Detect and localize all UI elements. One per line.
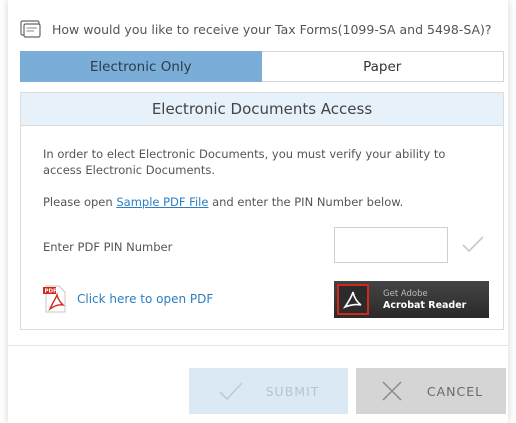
close-icon	[382, 381, 402, 401]
footer-divider	[8, 345, 508, 346]
open-suffix-text: and enter the PIN Number below.	[208, 195, 404, 209]
pin-input[interactable]	[334, 227, 448, 263]
open-prefix-text: Please open	[43, 195, 117, 209]
submit-label: SUBMIT	[265, 383, 320, 399]
pin-label: Enter PDF PIN Number	[43, 240, 173, 254]
paper-option[interactable]: Paper	[261, 51, 504, 82]
svg-text:PDF: PDF	[45, 289, 58, 295]
submit-button[interactable]: SUBMIT	[189, 368, 348, 414]
panel-title: Electronic Documents Access	[21, 93, 503, 126]
open-sample-instructions: Please open Sample PDF File and enter th…	[43, 195, 403, 209]
adobe-line-1: Get Adobe	[383, 288, 428, 299]
pdf-file-icon: PDF	[43, 285, 66, 313]
delivery-method-toggle: Electronic Only Paper	[20, 51, 504, 82]
open-pdf-link[interactable]: PDF Click here to open PDF	[43, 285, 213, 313]
adobe-button-text: Get Adobe Acrobat Reader	[383, 289, 466, 311]
checkmark-icon	[219, 382, 243, 401]
checkmark-icon	[462, 236, 484, 253]
cancel-label: CANCEL	[426, 383, 484, 399]
delivery-question-text: How would you like to receive your Tax F…	[52, 21, 492, 37]
delivery-question: How would you like to receive your Tax F…	[20, 20, 492, 38]
sample-pdf-link[interactable]: Sample PDF File	[116, 195, 208, 209]
verification-instructions: In order to elect Electronic Documents, …	[43, 147, 446, 177]
get-adobe-reader-button[interactable]: Get Adobe Acrobat Reader	[334, 281, 489, 318]
tax-form-delivery-dialog: How would you like to receive your Tax F…	[8, 0, 508, 423]
cancel-button[interactable]: CANCEL	[356, 368, 506, 414]
tax-form-icon	[20, 20, 41, 38]
adobe-acrobat-icon	[337, 284, 369, 315]
open-pdf-link-text[interactable]: Click here to open PDF	[77, 292, 213, 306]
electronic-only-option[interactable]: Electronic Only	[20, 51, 262, 82]
electronic-documents-panel: Electronic Documents Access In order to …	[20, 92, 504, 330]
adobe-line-2: Acrobat Reader	[383, 299, 467, 311]
